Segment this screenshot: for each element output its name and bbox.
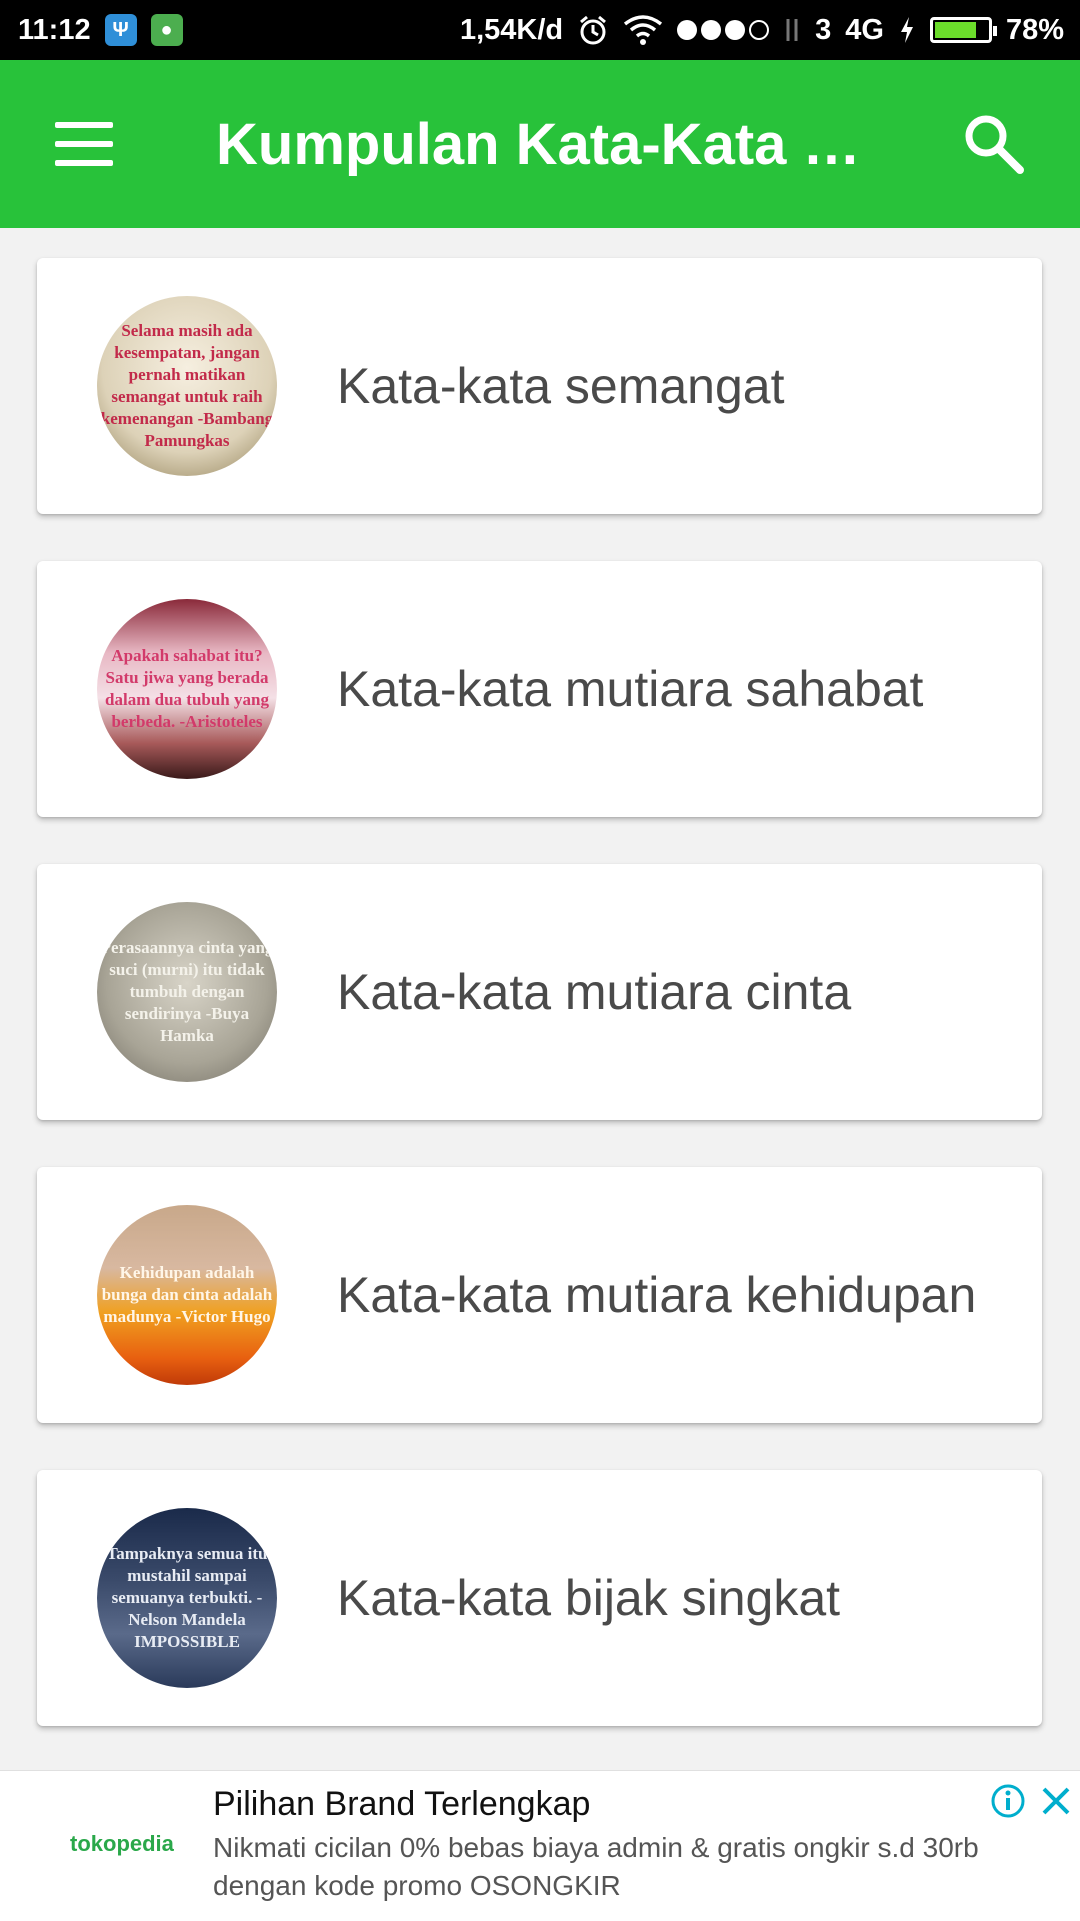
ad-banner[interactable]: tokopedia Pilihan Brand Terlengkap Nikma… <box>0 1770 1080 1921</box>
info-icon[interactable] <box>990 1783 1026 1819</box>
category-thumbnail: Selama masih ada kesempatan, jangan pern… <box>97 296 277 476</box>
ad-title: Pilihan Brand Terlengkap <box>213 1785 591 1823</box>
category-card-semangat[interactable]: Selama masih ada kesempatan, jangan pern… <box>37 258 1042 514</box>
category-label: Kata-kata semangat <box>337 358 785 414</box>
usb-icon: Ψ <box>104 14 137 46</box>
battery-percent: 78% <box>1005 13 1064 46</box>
sim-indicator: 3 <box>815 13 832 46</box>
ad-body: Nikmati cicilan 0% bebas biaya admin & g… <box>213 1832 979 1901</box>
page-title: Kumpulan Kata-Kata In... <box>216 112 876 177</box>
alarm-icon <box>580 15 607 45</box>
category-label: Kata-kata mutiara kehidupan <box>337 1267 977 1323</box>
close-icon[interactable] <box>1038 1783 1074 1819</box>
battery-icon <box>929 17 997 43</box>
category-thumbnail: Perasaannya cinta yang suci (murni) itu … <box>97 902 277 1082</box>
category-thumbnail: Kehidupan adalah bunga dan cinta adalah … <box>97 1205 277 1385</box>
data-arrows-icon <box>786 19 798 41</box>
category-thumbnail: Apakah sahabat itu? Satu jiwa yang berad… <box>97 599 277 779</box>
network-speed: 1,54K/d <box>459 13 564 46</box>
category-label: Kata-kata bijak singkat <box>337 1570 841 1626</box>
network-type: 4G <box>845 13 884 46</box>
category-card-sahabat[interactable]: Apakah sahabat itu? Satu jiwa yang berad… <box>37 561 1042 817</box>
category-label: Kata-kata mutiara cinta <box>337 964 852 1020</box>
wifi-icon <box>624 15 663 45</box>
status-time: 11:12 <box>18 13 91 46</box>
menu-icon[interactable] <box>55 122 113 166</box>
category-label: Kata-kata mutiara sahabat <box>337 661 924 717</box>
charging-icon <box>900 17 913 43</box>
android-icon: ● <box>150 14 183 46</box>
app-bar: Kumpulan Kata-Kata In... <box>0 60 1080 228</box>
search-icon[interactable] <box>962 112 1026 176</box>
category-card-bijak[interactable]: Tampaknya semua itu mustahil sampai semu… <box>37 1470 1042 1726</box>
status-bar: 11:12 Ψ ● 1,54K/d 3 4G 78% <box>0 0 1080 60</box>
ad-brand-logo: tokopedia <box>70 1831 174 1856</box>
category-card-kehidupan[interactable]: Kehidupan adalah bunga dan cinta adalah … <box>37 1167 1042 1423</box>
signal-dots-icon <box>677 20 770 40</box>
category-thumbnail: Tampaknya semua itu mustahil sampai semu… <box>97 1508 277 1688</box>
category-card-cinta[interactable]: Perasaannya cinta yang suci (murni) itu … <box>37 864 1042 1120</box>
